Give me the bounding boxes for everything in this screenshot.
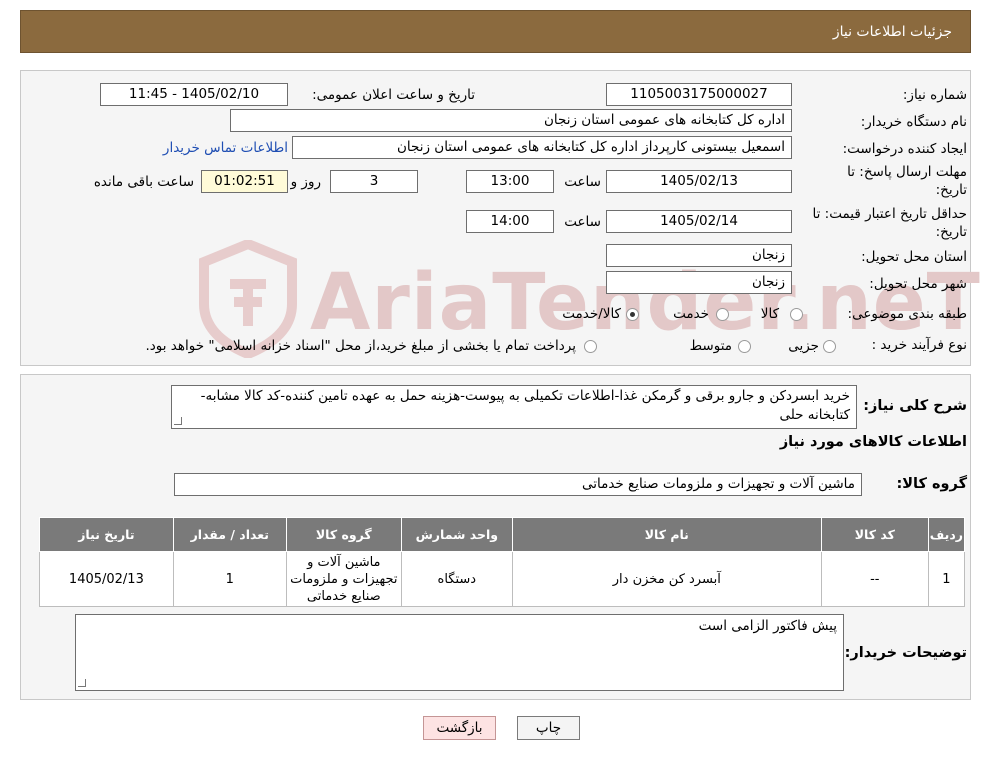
purchase-medium-label: متوسط [689,338,732,354]
reply-deadline-label: مهلت ارسال پاسخ: تا [847,164,967,180]
col-need-date: تاریخ نیاز [39,517,174,552]
col-goods-group: گروه کالا [285,517,402,552]
col-goods-code: کد کالا [820,517,929,552]
col-quantity: تعداد / مقدار [172,517,287,552]
requester-label: ایجاد کننده درخواست: [842,141,967,157]
category-service-label: خدمت [673,306,709,322]
cell-row-number: 1 [927,551,966,607]
price-validity-date-field: 1405/02/14 [606,210,792,233]
category-goods-radio[interactable] [790,308,803,321]
need-number-field: 1105003175000027 [606,83,792,106]
price-validity-time-label: ساعت [564,214,601,230]
purchase-medium-radio[interactable] [738,340,751,353]
page-title: جزئیات اطلاعات نیاز [832,24,952,40]
requester-field: اسمعیل بیستونی کارپرداز اداره کل کتابخان… [292,136,792,159]
resize-grip-icon[interactable] [78,679,86,687]
need-number-label: شماره نیاز: [902,87,967,103]
price-validity-time-field: 14:00 [466,210,554,233]
cell-goods-name: آبسرد کن مخزن دار [511,551,822,607]
cell-goods-group: ماشین آلات و تجهیزات و ملزومات صنایع خدم… [285,551,402,607]
announce-datetime-field: 1405/02/10 - 11:45 [100,83,288,106]
reply-deadline-time-label: ساعت [564,174,601,190]
category-goods-label: کالا [760,306,779,322]
goods-group-label: گروه کالا: [896,476,967,492]
buyer-org-label: نام دستگاه خریدار: [860,114,967,130]
category-goods-service-radio[interactable] [626,308,639,321]
purchase-type-label: نوع فرآیند خرید : [871,337,967,353]
remaining-time-field: 01:02:51 [201,170,288,193]
description-label: شرح کلی نیاز: [863,398,967,414]
buyer-org-field: اداره کل کتابخانه های عمومی استان زنجان [230,109,792,132]
back-button[interactable]: بازگشت [423,716,496,740]
items-table: ردیف کد کالا نام کالا واحد شمارش گروه کا… [39,517,966,607]
col-goods-name: نام کالا [511,517,822,552]
remaining-time-label: ساعت باقی مانده [93,174,194,190]
buyer-notes-text: پیش فاکتور الزامی است [698,618,837,634]
goods-group-field: ماشین آلات و تجهیزات و ملزومات صنایع خدم… [174,473,862,496]
announce-datetime-label: تاریخ و ساعت اعلان عمومی: [312,87,475,103]
category-label: طبقه بندی موضوعی: [847,306,967,322]
goods-section-title: اطلاعات کالاهای مورد نیاز [779,434,967,450]
print-button[interactable]: چاپ [517,716,580,740]
cell-goods-code: -- [820,551,929,607]
treasury-payment-note: پرداخت تمام یا بخشی از مبلغ خرید،از محل … [145,338,576,354]
col-row-number: ردیف [927,517,966,552]
category-service-radio[interactable] [716,308,729,321]
table-header-row: ردیف کد کالا نام کالا واحد شمارش گروه کا… [39,517,966,552]
reply-deadline-time-field: 13:00 [466,170,554,193]
buyer-notes-textarea[interactable]: پیش فاکتور الزامی است [75,614,844,691]
remaining-days-field: 3 [330,170,418,193]
col-unit: واحد شمارش [400,517,513,552]
reply-deadline-label-date: تاریخ: [935,182,967,198]
delivery-city-field: زنجان [606,271,792,294]
page-header: جزئیات اطلاعات نیاز [20,10,971,53]
delivery-province-field: زنجان [606,244,792,267]
description-text: خرید ابسردکن و جارو برقی و گرمکن غذا-اطل… [200,388,850,423]
buyer-contact-link[interactable]: اطلاعات تماس خریدار [163,140,288,156]
price-validity-label-date: تاریخ: [935,224,967,240]
category-goods-service-label: کالا/خدمت [562,306,621,322]
delivery-city-label: شهر محل تحویل: [869,276,967,292]
purchase-minor-radio[interactable] [823,340,836,353]
treasury-payment-radio[interactable] [584,340,597,353]
purchase-minor-label: جزیی [788,338,819,354]
table-row: 1 -- آبسرد کن مخزن دار دستگاه ماشین آلات… [39,551,966,607]
description-textarea[interactable]: خرید ابسردکن و جارو برقی و گرمکن غذا-اطل… [171,385,857,429]
reply-deadline-date-field: 1405/02/13 [606,170,792,193]
cell-need-date: 1405/02/13 [39,551,174,607]
delivery-province-label: استان محل تحویل: [861,249,967,265]
cell-quantity: 1 [172,551,287,607]
cell-unit: دستگاه [400,551,513,607]
resize-grip-icon[interactable] [174,417,182,425]
price-validity-label: حداقل تاریخ اعتبار قیمت: تا [812,206,967,222]
remaining-days-label: روز و [290,174,321,190]
buyer-notes-label: توضیحات خریدار: [844,645,967,661]
